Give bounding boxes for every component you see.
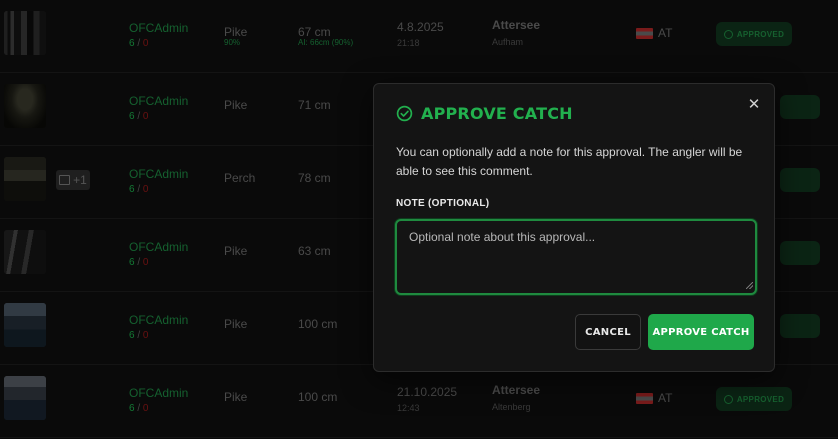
upvote-count: 6: [129, 38, 135, 49]
note-textarea[interactable]: [395, 219, 757, 295]
dialog-title: APPROVE CATCH: [396, 104, 573, 123]
action-button-partial[interactable]: [780, 314, 820, 338]
species: Pike: [224, 98, 248, 112]
country-code: AT: [658, 26, 673, 40]
catch-time: 12:43: [397, 403, 420, 413]
catch-date: 4.8.2025: [397, 20, 444, 34]
downvote-count: 0: [142, 257, 149, 268]
extra-photos-count: +1: [73, 173, 87, 187]
species: Pike: [224, 317, 248, 331]
austria-flag-icon: [636, 28, 653, 39]
lake-name: Attersee: [492, 383, 541, 397]
action-button-partial[interactable]: [780, 95, 820, 119]
user-name[interactable]: OFCAdmin: [129, 94, 188, 108]
downvote-count: 0: [142, 38, 149, 49]
check-circle-icon: [396, 105, 413, 122]
place-name: Aufham: [492, 37, 524, 47]
length: 100 cm: [298, 317, 338, 331]
check-circle-icon: [723, 29, 733, 39]
user-name[interactable]: OFCAdmin: [129, 21, 188, 35]
catch-photo-thumbnail[interactable]: [4, 157, 46, 201]
species: Pike: [224, 244, 248, 258]
catch-photo-thumbnail[interactable]: [4, 303, 46, 347]
species: Pike: [224, 390, 248, 404]
species-confidence: 90%: [224, 38, 241, 47]
resize-handle[interactable]: [746, 282, 753, 289]
user-name[interactable]: OFCAdmin: [129, 386, 188, 400]
species: Pike: [224, 25, 248, 39]
vote-counts: 6 / 0: [129, 257, 149, 268]
status-label: APPROVED: [736, 394, 785, 404]
lake-name: Attersee: [492, 18, 541, 32]
vote-counts: 6 / 0: [129, 111, 149, 122]
check-circle-icon: [723, 394, 733, 404]
catch-photo-thumbnail[interactable]: [4, 230, 46, 274]
upvote-count: 6: [129, 184, 135, 195]
length: 71 cm: [298, 98, 331, 112]
action-button-partial[interactable]: [780, 168, 820, 192]
catch-photo-thumbnail[interactable]: [4, 11, 46, 55]
close-icon[interactable]: ✕: [746, 97, 762, 113]
user-name[interactable]: OFCAdmin: [129, 240, 188, 254]
downvote-count: 0: [142, 403, 149, 414]
table-row[interactable]: OFCAdmin 6 / 0 Pike 100 cm 21.10.2025 12…: [0, 365, 838, 438]
note-label: NOTE (OPTIONAL): [396, 198, 490, 209]
vote-counts: 6 / 0: [129, 184, 149, 195]
dialog-title-text: APPROVE CATCH: [421, 104, 573, 123]
user-name[interactable]: OFCAdmin: [129, 313, 188, 327]
ai-length-estimate: AI: 66cm (90%): [298, 38, 354, 47]
length: 78 cm: [298, 171, 331, 185]
catch-photo-thumbnail[interactable]: [4, 376, 46, 420]
status-badge: APPROVED: [716, 387, 792, 411]
image-icon: [59, 175, 71, 185]
downvote-count: 0: [142, 111, 149, 122]
dialog-description: You can optionally add a note for this a…: [396, 145, 743, 178]
length: 63 cm: [298, 244, 331, 258]
vote-counts: 6 / 0: [129, 330, 149, 341]
extra-photos-badge[interactable]: +1: [56, 170, 90, 190]
cancel-button[interactable]: CANCEL: [575, 314, 641, 350]
status-label: APPROVED: [736, 29, 785, 39]
catch-photo-thumbnail[interactable]: [4, 84, 46, 128]
place-name: Altenberg: [492, 402, 531, 412]
species: Perch: [224, 171, 256, 185]
approve-catch-dialog: APPROVE CATCH ✕ You can optionally add a…: [373, 83, 775, 372]
downvote-count: 0: [142, 330, 149, 341]
country-code: AT: [658, 391, 673, 405]
table-row[interactable]: OFCAdmin 6 / 0 Pike 90% 67 cm AI: 66cm (…: [0, 0, 838, 73]
length: 67 cm: [298, 25, 331, 39]
upvote-count: 6: [129, 403, 135, 414]
vote-counts: 6 / 0: [129, 403, 149, 414]
action-button-partial[interactable]: [780, 241, 820, 265]
approve-catch-button[interactable]: APPROVE CATCH: [648, 314, 754, 350]
austria-flag-icon: [636, 393, 653, 404]
user-name[interactable]: OFCAdmin: [129, 167, 188, 181]
upvote-count: 6: [129, 330, 135, 341]
vote-counts: 6 / 0: [129, 38, 149, 49]
length: 100 cm: [298, 390, 338, 404]
upvote-count: 6: [129, 257, 135, 268]
catch-time: 21:18: [397, 38, 420, 48]
status-badge: APPROVED: [716, 22, 792, 46]
upvote-count: 6: [129, 111, 135, 122]
downvote-count: 0: [142, 184, 149, 195]
catch-date: 21.10.2025: [397, 385, 458, 399]
